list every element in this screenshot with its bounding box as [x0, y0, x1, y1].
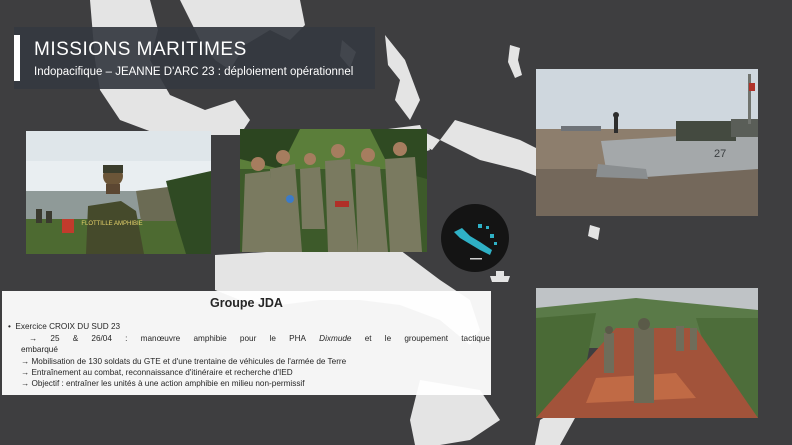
mission-logo: [440, 202, 510, 286]
detail-line-4: → Objectif : entraîner les unités à une …: [21, 379, 305, 388]
detail-line-3: → Entraînement au combat, reconnaissance…: [21, 368, 293, 377]
map-island-philippines: [385, 35, 420, 120]
detail-line-1: → 25 & 26/04 : manœuvre amphibie pour le…: [29, 334, 490, 343]
page-title: MISSIONS MARITIMES: [34, 39, 247, 60]
photo-soldiers-group: [240, 129, 427, 252]
photo-soldiers-road: [536, 288, 758, 418]
group-title: Groupe JDA: [210, 296, 283, 310]
detail-line-1-cont: embarqué: [21, 345, 58, 354]
page-subtitle: Indopacifique – JEANNE D'ARC 23 : déploi…: [34, 66, 354, 78]
title-accent-bar: [14, 35, 20, 81]
map-island-vanuatu: [588, 225, 600, 240]
hull-number: 27: [714, 148, 726, 160]
group-info-box: Groupe JDA • Exercice CROIX DU SUD 23 → …: [2, 291, 491, 395]
photo-soldier-shore: FLOTTILLE AMPHIBIE: [26, 131, 211, 254]
slide: MISSIONS MARITIMES Indopacifique – JEANN…: [0, 0, 792, 445]
detail-line-2: → Mobilisation de 130 soldats du GTE et …: [21, 357, 347, 366]
shirt-print: FLOTTILLE AMPHIBIE: [81, 221, 142, 227]
exercise-bullet: • Exercice CROIX DU SUD 23: [8, 322, 120, 331]
exercise-name: Exercice CROIX DU SUD 23: [15, 322, 121, 331]
photo-landing-barge: 27: [536, 69, 758, 216]
map-island-guam: [508, 45, 522, 78]
title-box: MISSIONS MARITIMES Indopacifique – JEANN…: [14, 27, 375, 89]
